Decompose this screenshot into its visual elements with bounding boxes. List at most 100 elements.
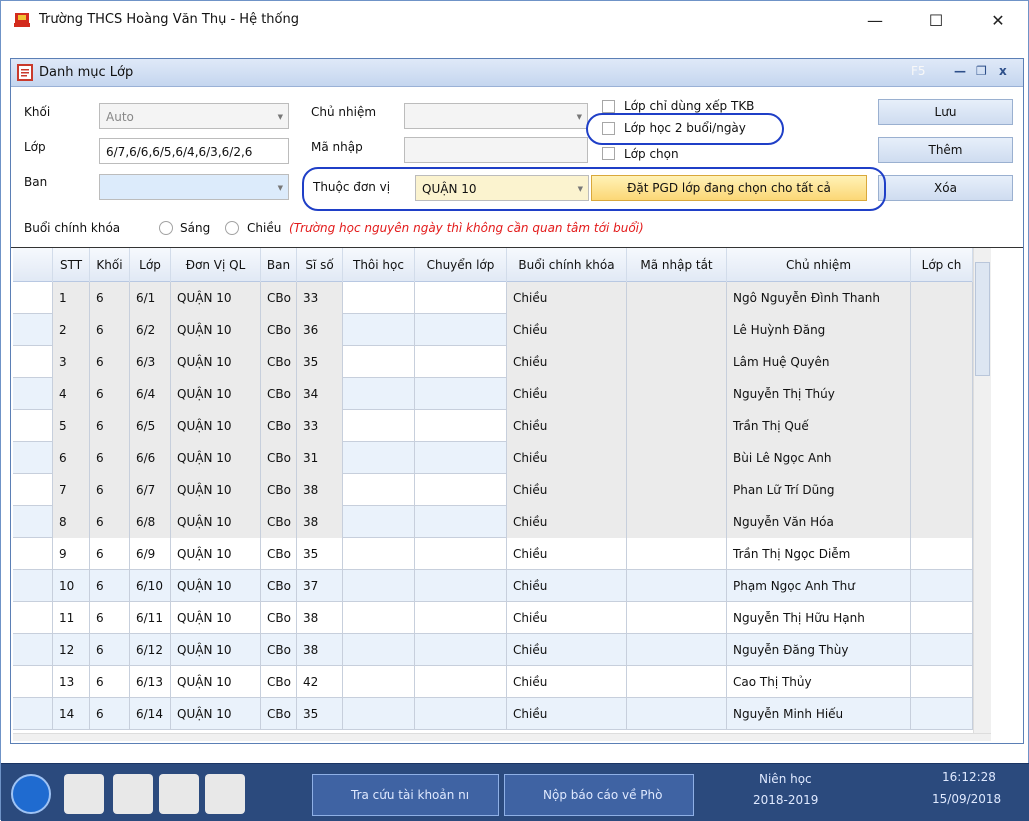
grid-cell[interactable]: Lê Huỳnh Đăng (727, 314, 911, 346)
grid-cell[interactable]: 38 (297, 602, 343, 634)
grid-cell[interactable]: 6 (90, 410, 130, 442)
thuoc-don-vi-select[interactable]: QUẬN 10 ▼ (415, 175, 589, 201)
grid-cell[interactable]: Nguyễn Văn Hóa (727, 506, 911, 538)
grid-cell[interactable] (911, 474, 973, 506)
grid-cell[interactable] (415, 410, 507, 442)
add-button[interactable]: Thêm (878, 137, 1013, 163)
table-row[interactable]: 6 6 6/6 QUẬN 10 CBo 31 Chiều Bùi Lê Ngọc Anh (13, 442, 973, 474)
grid-cell[interactable]: 5 (53, 410, 90, 442)
grid-cell[interactable]: QUẬN 10 (171, 410, 261, 442)
grid-cell[interactable]: Chiều (507, 538, 627, 570)
grid-cell[interactable] (343, 378, 415, 410)
grid-cell[interactable]: 6/10 (130, 570, 171, 602)
grid-cell[interactable]: 6 (53, 442, 90, 474)
ban-select[interactable]: ▼ (99, 174, 289, 200)
table-row[interactable]: 14 6 6/14 QUẬN 10 CBo 35 Chiều Nguyễn Minh Hiếu (13, 698, 973, 730)
col-thoi-hoc[interactable]: Thôi học (343, 248, 415, 282)
grid-cell[interactable]: CBo (261, 282, 297, 314)
grid-cell[interactable]: Chiều (507, 634, 627, 666)
grid-cell[interactable] (911, 538, 973, 570)
table-row[interactable]: 8 6 6/8 QUẬN 10 CBo 38 Chiều Nguyễn Văn Hóa (13, 506, 973, 538)
col-ma-nhap-tat[interactable]: Mã nhập tắt (627, 248, 727, 282)
grid-cell[interactable]: CBo (261, 346, 297, 378)
row-selector[interactable] (13, 506, 53, 538)
grid-cell[interactable]: 6 (90, 538, 130, 570)
row-selector[interactable] (13, 474, 53, 506)
grid-cell[interactable] (343, 506, 415, 538)
khoi-select[interactable]: Auto ▼ (99, 103, 289, 129)
grid-cell[interactable] (627, 314, 727, 346)
row-selector[interactable] (13, 346, 53, 378)
row-selector[interactable] (13, 538, 53, 570)
grid-cell[interactable]: 6/1 (130, 282, 171, 314)
grid-cell[interactable]: 6/12 (130, 634, 171, 666)
grid-cell[interactable] (415, 570, 507, 602)
grid-cell[interactable]: QUẬN 10 (171, 346, 261, 378)
grid-cell[interactable]: QUẬN 10 (171, 378, 261, 410)
grid-cell[interactable] (343, 538, 415, 570)
task-tra-cuu[interactable]: Tra cứu tài khoản nı (312, 774, 499, 816)
grid-cell[interactable]: QUẬN 10 (171, 698, 261, 730)
grid-cell[interactable]: 11 (53, 602, 90, 634)
grid-cell[interactable]: 33 (297, 410, 343, 442)
col-chu-nhiem[interactable]: Chủ nhiệm (727, 248, 911, 282)
grid-cell[interactable]: QUẬN 10 (171, 474, 261, 506)
grid-cell[interactable] (627, 442, 727, 474)
row-selector[interactable] (13, 634, 53, 666)
home-icon[interactable] (11, 774, 51, 814)
set-pgd-button[interactable]: Đặt PGD lớp đang chọn cho tất cả (591, 175, 867, 201)
nien-hoc-value[interactable]: 2018-2019 (753, 793, 818, 807)
grid-cell[interactable]: Cao Thị Thủy (727, 666, 911, 698)
table-row[interactable]: 3 6 6/3 QUẬN 10 CBo 35 Chiều Lâm Huệ Quyên (13, 346, 973, 378)
col-buoi-chinh-khoa[interactable]: Buổi chính khóa (507, 248, 627, 282)
grid-cell[interactable]: CBo (261, 474, 297, 506)
grid-cell[interactable]: Chiều (507, 314, 627, 346)
form-minimize-button[interactable]: — (954, 64, 966, 78)
row-selector[interactable] (13, 410, 53, 442)
col-stt[interactable]: STT (53, 248, 90, 282)
grid-cell[interactable] (627, 506, 727, 538)
grid-cell[interactable]: 6 (90, 282, 130, 314)
grid-cell[interactable]: 38 (297, 474, 343, 506)
grid-cell[interactable]: 6 (90, 506, 130, 538)
grid-cell[interactable] (627, 282, 727, 314)
grid-cell[interactable] (415, 378, 507, 410)
grid-cell[interactable]: QUẬN 10 (171, 634, 261, 666)
grid-cell[interactable]: 6 (90, 602, 130, 634)
grid-cell[interactable] (343, 634, 415, 666)
grid-cell[interactable]: 13 (53, 666, 90, 698)
grid-cell[interactable] (627, 698, 727, 730)
grid-cell[interactable]: Chiều (507, 410, 627, 442)
grid-cell[interactable]: QUẬN 10 (171, 282, 261, 314)
grid-cell[interactable]: Nguyễn Đăng Thùy (727, 634, 911, 666)
row-selector[interactable] (13, 698, 53, 730)
grid-cell[interactable] (911, 282, 973, 314)
grid-cell[interactable] (415, 602, 507, 634)
grid-cell[interactable] (911, 506, 973, 538)
grid-cell[interactable]: Chiều (507, 378, 627, 410)
grid-cell[interactable] (911, 602, 973, 634)
grid-cell[interactable]: Chiều (507, 282, 627, 314)
maximize-button[interactable]: ☐ (913, 1, 959, 39)
col-ban[interactable]: Ban (261, 248, 297, 282)
grid-cell[interactable] (343, 346, 415, 378)
checkbox-lop-chon[interactable] (602, 147, 615, 160)
row-selector[interactable] (13, 442, 53, 474)
table-row[interactable]: 13 6 6/13 QUẬN 10 CBo 42 Chiều Cao Thị Thủy (13, 666, 973, 698)
grid-cell[interactable]: 6 (90, 442, 130, 474)
grid-report-icon[interactable] (159, 774, 199, 814)
grid-cell[interactable]: QUẬN 10 (171, 442, 261, 474)
grid-cell[interactable]: 6 (90, 634, 130, 666)
grid-cell[interactable]: 6/5 (130, 410, 171, 442)
grid-cell[interactable]: 37 (297, 570, 343, 602)
form-close-button[interactable]: x (999, 64, 1007, 78)
vertical-scrollbar[interactable] (973, 248, 991, 733)
grid-cell[interactable]: Chiều (507, 346, 627, 378)
grid-cell[interactable] (911, 378, 973, 410)
grid-cell[interactable]: CBo (261, 570, 297, 602)
grid-cell[interactable]: 3 (53, 346, 90, 378)
grid-cell[interactable] (627, 570, 727, 602)
grid-cell[interactable]: Nguyễn Minh Hiếu (727, 698, 911, 730)
grid-cell[interactable] (911, 666, 973, 698)
grid-cell[interactable]: 42 (297, 666, 343, 698)
